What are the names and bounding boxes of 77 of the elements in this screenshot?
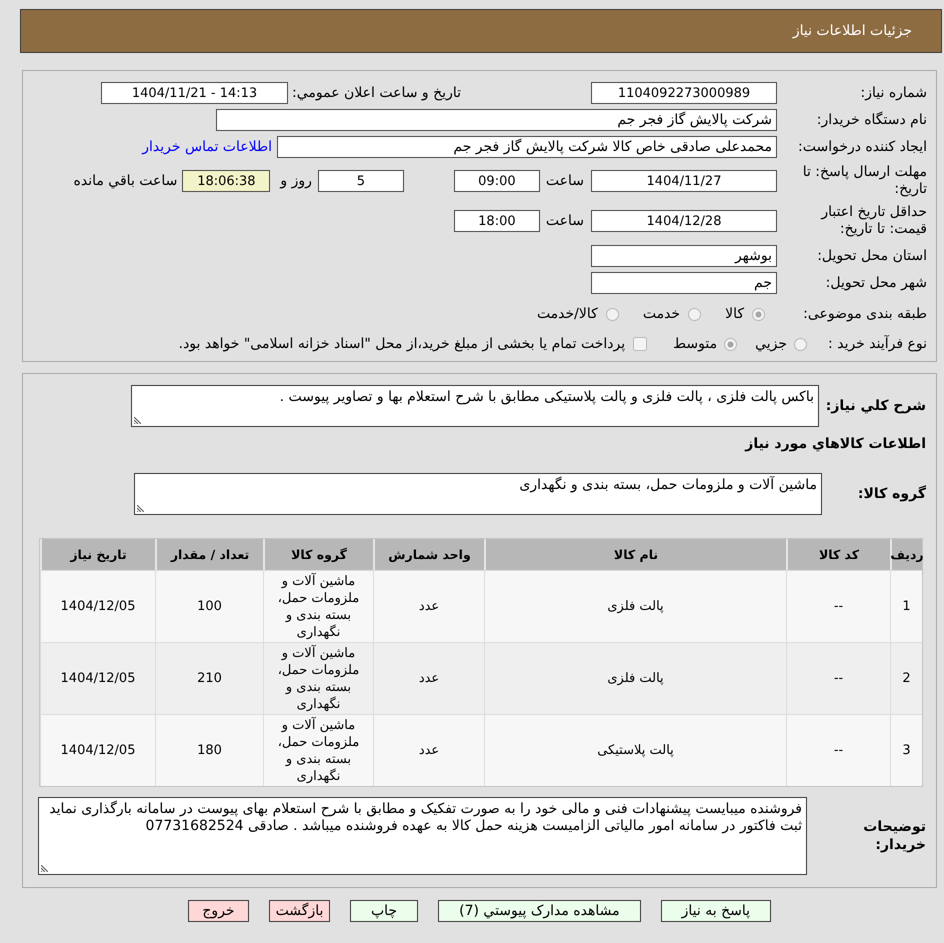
announce-date-field[interactable]: 1404/11/21 - 14:13 <box>101 82 288 104</box>
resize-grip-icon <box>137 505 144 512</box>
table-cell: ماشین آلات و ملزومات حمل، بسته بندی و نگهداری <box>263 570 373 642</box>
province-field[interactable]: بوشهر <box>591 245 777 267</box>
field-label: شرح کلي نیاز: <box>824 397 927 415</box>
option-label: کالا <box>725 306 744 322</box>
field-label: طبقه بندی موضوعی: <box>802 306 928 322</box>
table-cell: ماشین آلات و ملزومات حمل، بسته بندی و نگهداری <box>263 642 373 714</box>
table-cell: عدد <box>373 714 484 786</box>
option-label: جزيي <box>755 336 788 352</box>
deadline-date-field[interactable]: 1404/11/27 <box>591 170 777 192</box>
goods-group-field[interactable]: ماشین آلات و ملزومات حمل، بسته بندی و نگهداری <box>134 473 822 515</box>
option-label: کالا/خدمت <box>536 306 598 322</box>
field-label: حداقل تاریخ اعتبار قیمت: تا تاریخ: <box>820 204 928 238</box>
field-label: روز و <box>280 172 312 190</box>
need-number-field[interactable]: 1104092273000989 <box>591 82 777 104</box>
table-cell: عدد <box>373 642 484 714</box>
buyer-notes-field[interactable]: فروشنده میبایست پیشنهادات فنی و مالی خود را به صورت تفکیک و مطابق با شرح استعلام بهای پیوست در سامانه بارگذاری نماید ثبت فاکتور در سامانه امور مالیاتی الزامیست هزینه حمل کالا به عهده فروشنده میباشد . صادقی 07731682524 <box>38 797 807 875</box>
column-header: واحد شمارش <box>373 539 484 570</box>
field-label: گروه کالا: <box>856 485 927 503</box>
table-cell: -- <box>786 642 890 714</box>
description-field[interactable]: باکس پالت فلزی ، پالت فلزی و پالت پلاستیکی مطابق با شرح استعلام بها و تصاویر پیوست . <box>131 385 819 427</box>
table-cell: 210 <box>155 642 263 714</box>
column-header: نام کالا <box>484 539 786 570</box>
column-header: ردیف <box>890 539 922 570</box>
deadline-time-field[interactable]: 09:00 <box>454 170 540 192</box>
table-cell: 180 <box>155 714 263 786</box>
table-cell: -- <box>786 714 890 786</box>
resize-grip-icon <box>41 865 48 872</box>
resize-grip-icon <box>134 417 141 424</box>
table-cell: ماشین آلات و ملزومات حمل، بسته بندی و نگهداری <box>263 714 373 786</box>
field-label: توضیحات خریدار: <box>862 818 927 854</box>
table-cell: -- <box>786 570 890 642</box>
field-label: مهلت ارسال پاسخ: تا تاریخ: <box>802 164 928 198</box>
field-label: نوع فرآیند خرید : <box>828 336 928 352</box>
page-title: جزئیات اطلاعات نیاز <box>792 23 912 39</box>
table-cell: 3 <box>890 714 922 786</box>
buyer-name-field[interactable]: شرکت پالایش گاز فجر جم <box>216 109 777 131</box>
table-cell: 1404/12/05 <box>40 570 155 642</box>
column-header: کد کالا <box>786 539 890 570</box>
table-cell: 100 <box>155 570 263 642</box>
table-cell: 1404/12/05 <box>40 714 155 786</box>
field-label: شماره نیاز: <box>860 84 928 102</box>
table-cell: پالت فلزی <box>484 642 786 714</box>
section-heading: اطلاعات کالاهاي مورد نیاز <box>744 436 927 452</box>
column-header: تعداد / مقدار <box>155 539 263 570</box>
field-label: تاریخ و ساعت اعلان عمومي: <box>292 84 461 102</box>
city-field[interactable]: جم <box>591 272 777 294</box>
days-left-field[interactable]: 5 <box>318 170 404 192</box>
field-label: ساعت <box>546 172 584 190</box>
field-label: نام دستگاه خریدار: <box>816 112 928 128</box>
column-header: گروه کالا <box>263 539 373 570</box>
table-cell: عدد <box>373 570 484 642</box>
field-label: شهر محل تحویل: <box>824 274 928 292</box>
checkbox-label: پرداخت تمام یا بخشی از مبلغ خرید،از محل "اسناد خزانه اسلامی" خواهد بود. <box>178 336 626 352</box>
buyer-contact-link[interactable]: اطلاعات تماس خریدار <box>142 139 272 155</box>
time-left-field[interactable]: 18:06:38 <box>182 170 270 192</box>
table-cell: پالت پلاستیکی <box>484 714 786 786</box>
option-label: متوسط <box>673 336 718 352</box>
validity-time-field[interactable]: 18:00 <box>454 210 540 232</box>
requester-field[interactable]: محمدعلی صادقی خاص کالا شرکت پالایش گاز فجر جم <box>277 136 777 158</box>
field-label: ایجاد کننده درخواست: <box>797 138 928 156</box>
validity-date-field[interactable]: 1404/12/28 <box>591 210 777 232</box>
back-button[interactable]: بازگشت <box>268 900 330 922</box>
exit-button[interactable]: خروج <box>188 900 249 922</box>
field-label: استان محل تحویل: <box>816 248 928 264</box>
table-cell: 1 <box>890 570 922 642</box>
reply-button[interactable]: پاسخ به نیاز <box>660 900 772 922</box>
field-label: ساعت باقي مانده <box>74 172 178 190</box>
print-button[interactable]: چاپ <box>350 900 418 922</box>
table-cell: پالت فلزی <box>484 570 786 642</box>
field-label: ساعت <box>546 212 584 230</box>
column-header: تاریخ نیاز <box>40 539 155 570</box>
attachments-button[interactable]: مشاهده مدارک پیوستي (7) <box>438 900 641 922</box>
table-cell: 1404/12/05 <box>40 642 155 714</box>
option-label: خدمت <box>642 306 680 322</box>
table-cell: 2 <box>890 642 922 714</box>
